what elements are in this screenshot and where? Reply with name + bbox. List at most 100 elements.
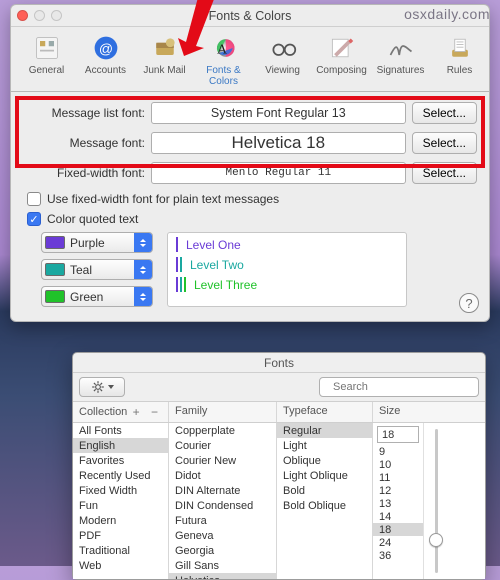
composing-icon — [325, 33, 359, 63]
list-item[interactable]: Bold — [277, 483, 372, 498]
action-menu-button[interactable] — [79, 377, 125, 397]
list-item[interactable]: Light Oblique — [277, 468, 372, 483]
tab-rules[interactable]: Rules — [430, 31, 489, 91]
fonts-panel-title[interactable]: Fonts — [73, 353, 485, 373]
list-item[interactable]: 9 — [373, 445, 423, 458]
size-input[interactable]: 18 — [377, 426, 419, 443]
quote-color-popup-3[interactable]: Green — [41, 286, 153, 307]
quote-color-popup-1[interactable]: Purple — [41, 232, 153, 253]
list-item[interactable]: Helvetica — [169, 573, 276, 579]
color-swatch-icon — [45, 290, 65, 303]
select-button[interactable]: Select... — [412, 102, 477, 124]
list-item[interactable]: DIN Alternate — [169, 483, 276, 498]
chevron-updown-icon — [134, 233, 152, 252]
tab-label: Accounts — [76, 65, 135, 76]
color-quoted-checkbox[interactable]: ✓ — [27, 212, 41, 226]
list-item[interactable]: Courier New — [169, 453, 276, 468]
tab-composing[interactable]: Composing — [312, 31, 371, 91]
list-item[interactable]: 10 — [373, 458, 423, 471]
list-item[interactable]: 36 — [373, 549, 423, 562]
chevron-down-icon — [108, 385, 114, 389]
slider-knob[interactable] — [429, 533, 443, 547]
add-remove-buttons[interactable]: + − — [133, 405, 162, 419]
tab-label: Signatures — [371, 65, 430, 76]
preferences-toolbar: General @ Accounts Junk Mail A — [11, 27, 489, 92]
minimize-icon[interactable] — [34, 10, 45, 21]
list-item[interactable]: All Fonts — [73, 423, 168, 438]
size-list[interactable]: 91011121314182436 — [373, 445, 423, 562]
list-item[interactable]: Modern — [73, 513, 168, 528]
tab-signatures[interactable]: Signatures — [371, 31, 430, 91]
list-item[interactable]: Favorites — [73, 453, 168, 468]
tab-label: Composing — [312, 65, 371, 76]
search-field[interactable] — [319, 377, 479, 397]
list-item[interactable]: Didot — [169, 468, 276, 483]
list-item[interactable]: Georgia — [169, 543, 276, 558]
list-item[interactable]: Copperplate — [169, 423, 276, 438]
color-name: Purple — [70, 236, 105, 250]
close-icon[interactable] — [17, 10, 28, 21]
list-item[interactable]: 12 — [373, 484, 423, 497]
list-item[interactable]: 24 — [373, 536, 423, 549]
list-item[interactable]: Courier — [169, 438, 276, 453]
list-item[interactable]: Bold Oblique — [277, 498, 372, 513]
chevron-updown-icon — [134, 260, 152, 279]
list-item[interactable]: Geneva — [169, 528, 276, 543]
header-label: Collection — [79, 406, 127, 418]
tab-viewing[interactable]: Viewing — [253, 31, 312, 91]
level-three-text: Level Three — [194, 278, 257, 292]
search-input[interactable] — [331, 380, 477, 394]
list-item[interactable]: Traditional — [73, 543, 168, 558]
use-fixed-width-label: Use fixed-width font for plain text mess… — [47, 192, 279, 206]
color-name: Teal — [70, 263, 92, 277]
zoom-icon[interactable] — [51, 10, 62, 21]
collection-list[interactable]: All FontsEnglishFavoritesRecently UsedFi… — [73, 423, 169, 579]
family-list[interactable]: CopperplateCourierCourier NewDidotDIN Al… — [169, 423, 277, 579]
size-header[interactable]: Size — [373, 402, 485, 422]
fonts-colors-window: Fonts & Colors General @ Accounts Junk M… — [10, 4, 490, 322]
list-item[interactable]: 13 — [373, 497, 423, 510]
tab-label: Rules — [430, 65, 489, 76]
list-item[interactable]: English — [73, 438, 168, 453]
size-slider[interactable] — [423, 423, 447, 579]
list-item[interactable]: Recently Used — [73, 468, 168, 483]
list-item[interactable]: 14 — [373, 510, 423, 523]
rules-icon — [443, 33, 477, 63]
list-item[interactable]: DIN Condensed — [169, 498, 276, 513]
message-font-label: Message font: — [23, 136, 145, 150]
list-item[interactable]: Light — [277, 438, 372, 453]
list-item[interactable]: Fun — [73, 498, 168, 513]
collection-header[interactable]: Collection + − — [73, 402, 169, 422]
list-item[interactable]: Futura — [169, 513, 276, 528]
tab-accounts[interactable]: @ Accounts — [76, 31, 135, 91]
list-item[interactable]: PDF — [73, 528, 168, 543]
select-button[interactable]: Select... — [412, 132, 477, 154]
list-item[interactable]: Regular — [277, 423, 372, 438]
tab-label: Viewing — [253, 65, 312, 76]
color-quoted-label: Color quoted text — [47, 212, 138, 226]
select-button[interactable]: Select... — [412, 162, 477, 184]
tab-junk-mail[interactable]: Junk Mail — [135, 31, 194, 91]
tab-label: Junk Mail — [135, 65, 194, 76]
fixed-width-font-field: Menlo Regular 11 — [151, 162, 406, 184]
list-item[interactable]: Fixed Width — [73, 483, 168, 498]
family-header[interactable]: Family — [169, 402, 277, 422]
list-item[interactable]: Oblique — [277, 453, 372, 468]
help-button[interactable]: ? — [459, 293, 479, 313]
typeface-header[interactable]: Typeface — [277, 402, 373, 422]
list-item[interactable]: 11 — [373, 471, 423, 484]
level-two-text: Level Two — [190, 258, 244, 272]
level-one-text: Level One — [186, 238, 241, 252]
tab-fonts-colors[interactable]: A Fonts & Colors — [194, 31, 253, 91]
typeface-list[interactable]: RegularLightObliqueLight ObliqueBoldBold… — [277, 423, 373, 579]
message-list-font-field: System Font Regular 13 — [151, 102, 406, 124]
fonts-colors-icon: A — [207, 33, 241, 63]
quote-color-popup-2[interactable]: Teal — [41, 259, 153, 280]
tab-general[interactable]: General — [17, 31, 76, 91]
tab-label: Fonts & Colors — [194, 65, 253, 87]
use-fixed-width-checkbox[interactable] — [27, 192, 41, 206]
quote-levels-preview: Level One Level Two Level Three — [167, 232, 407, 307]
list-item[interactable]: 18 — [373, 523, 423, 536]
fonts-panel-window: Fonts Collection + − Family Typeface Siz… — [72, 352, 486, 580]
tab-label: General — [17, 65, 76, 76]
